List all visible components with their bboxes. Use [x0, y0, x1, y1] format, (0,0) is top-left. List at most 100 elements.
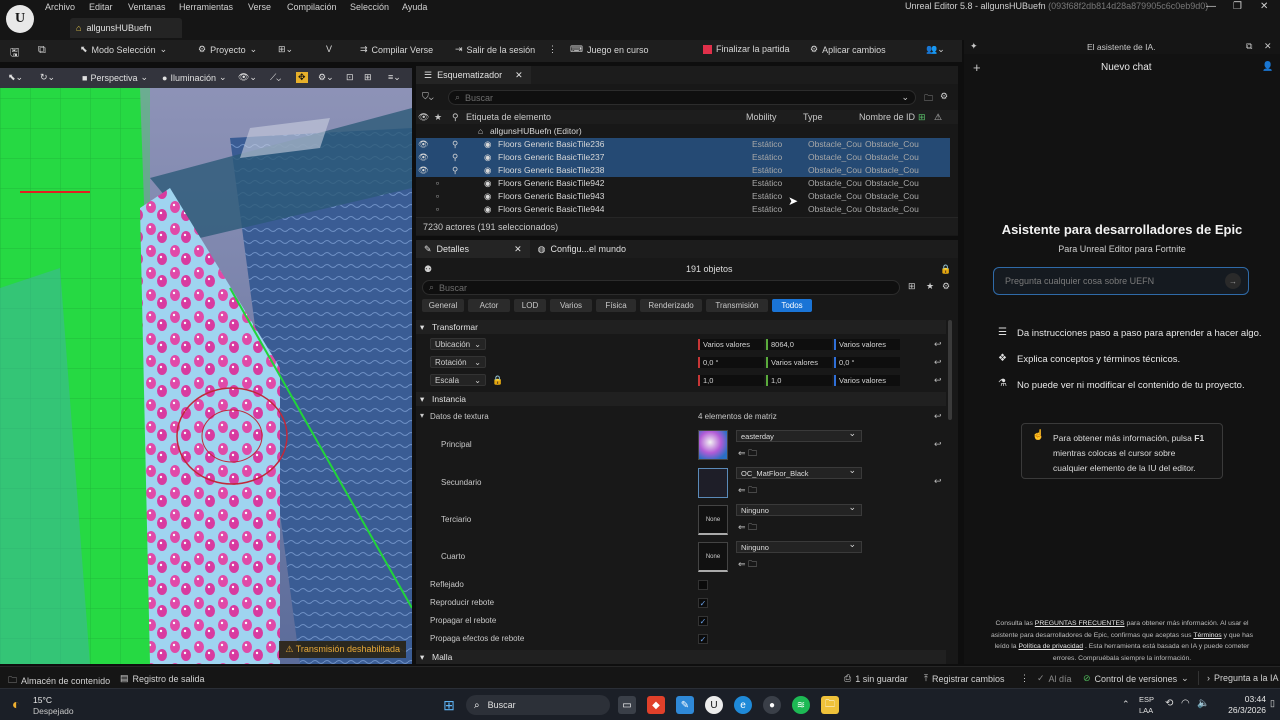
category-varios[interactable]: Varios [550, 299, 592, 312]
label-column-header[interactable]: Etiqueta de elemento [466, 112, 551, 122]
rotation-x-field[interactable]: 0,0 ° [698, 357, 764, 368]
mesh-section[interactable]: ▾ Malla [416, 650, 946, 664]
material-secundario-dropdown[interactable]: OC_MatFloor_Black [736, 465, 862, 479]
reset-texture-data-icon[interactable]: ↩ [934, 411, 942, 422]
menu-seleccion[interactable]: Selección [350, 2, 389, 12]
rotate-tools-icon[interactable]: ↻⌄ [40, 72, 55, 83]
send-icon[interactable]: → [1225, 273, 1241, 289]
location-x-field[interactable]: Varios valores [698, 339, 764, 350]
material-terciario-thumbnail[interactable]: None [698, 505, 728, 535]
spotify-icon[interactable]: ≋ [792, 696, 810, 714]
material-cuarto-dropdown[interactable]: Ninguno [736, 539, 862, 553]
reset-principal-icon[interactable]: ↩ [934, 439, 942, 450]
category-general[interactable]: General [422, 299, 464, 312]
close-icon[interactable]: ✕ [1264, 41, 1272, 52]
stats-icon[interactable]: ⊡ [346, 72, 354, 83]
reflejado-checkbox[interactable] [698, 580, 708, 590]
propaga-efectos-checkbox[interactable]: ✓ [698, 634, 708, 644]
browse-asset-icon[interactable]: ⇐ 🗀 [738, 483, 757, 499]
add-chat-icon[interactable]: + [973, 60, 981, 75]
add-folder-icon[interactable]: 🗀 [924, 91, 933, 107]
material-secundario-thumbnail[interactable] [698, 468, 728, 498]
version-control-button[interactable]: ⊘ Control de versiones ⌄ [1083, 673, 1189, 684]
reset-rotation-icon[interactable]: ↩ [934, 357, 942, 368]
end-match-button[interactable]: Finalizar la partida [703, 44, 790, 54]
faq-link[interactable]: PREGUNTAS FRECUENTES [1035, 620, 1125, 627]
menu-compilacion[interactable]: Compilación [287, 2, 337, 12]
project-button[interactable]: ⚙ Proyecto ⌄ [198, 44, 257, 55]
undock-icon[interactable]: ⧉ [1246, 41, 1252, 52]
pin-icon[interactable]: ⚲ [452, 165, 458, 176]
category-todos[interactable]: Todos [772, 299, 812, 312]
restore-icon[interactable]: ❐ [1233, 1, 1242, 12]
task-view-icon[interactable]: ▭ [618, 696, 636, 714]
visibility-icon[interactable]: 👁 [418, 165, 429, 176]
register-changes-button[interactable]: ⤒ Registrar cambios [924, 673, 1005, 684]
tray-expand-icon[interactable]: ⌃ [1122, 699, 1130, 710]
rotation-y-field[interactable]: Varios valores [766, 357, 832, 368]
rotation-dropdown[interactable]: Rotación ⌄ [430, 356, 486, 368]
game-running-button[interactable]: ⌨ Juego en curso [570, 44, 649, 55]
tab-details[interactable]: ✎ Detalles ✕ [416, 240, 530, 258]
scale-y-field[interactable]: 1,0 [766, 375, 832, 386]
notes-icon[interactable]: ✎ [676, 696, 694, 714]
browse-asset-icon[interactable]: ⇐ 🗀 [738, 446, 757, 462]
notifications-icon[interactable]: ▯ [1270, 698, 1275, 709]
unreal-logo-icon[interactable]: U [6, 5, 34, 33]
outliner-row[interactable]: 👁 ⚲ ◉ Floors Generic BasicTile236 Estático Ob… [416, 138, 950, 151]
leave-session-button[interactable]: ⇥ Salir de la sesión [455, 44, 535, 55]
visibility-icon[interactable]: 👁 [418, 139, 429, 150]
reset-location-icon[interactable]: ↩ [934, 339, 942, 350]
id-column-header[interactable]: Nombre de ID [859, 112, 915, 122]
scale-lock-icon[interactable]: 🔒 [492, 375, 503, 386]
visibility-icon[interactable]: 👁 [418, 152, 429, 163]
wifi-icon[interactable]: ◠ [1181, 698, 1190, 709]
transform-section[interactable]: ▾ Transformar [416, 320, 946, 334]
transform-tools-icon[interactable]: ⬉⌄ [8, 72, 23, 83]
mobility-column-header[interactable]: Mobility [746, 112, 777, 122]
category-renderizado[interactable]: Renderizado [640, 299, 702, 312]
menu-editar[interactable]: Editar [89, 2, 113, 12]
snap-toggle-icon[interactable]: ✥ [296, 72, 308, 83]
chevron-down-icon[interactable]: ▾ [420, 411, 424, 420]
menu-archivo[interactable]: Archivo [45, 2, 75, 12]
more-icon[interactable]: ⋮ [548, 44, 557, 55]
start-icon[interactable]: ⊞ [440, 696, 458, 714]
minimize-icon[interactable]: — [1206, 1, 1216, 12]
perspective-dropdown[interactable]: ■ Perspectiva ⌄ [82, 72, 148, 83]
privacy-link[interactable]: Política de privacidad [1018, 643, 1083, 650]
settings-icon[interactable]: ⚙⌄ [318, 72, 334, 83]
pin-icon[interactable]: ⚲ [452, 139, 458, 150]
browse-asset-icon[interactable]: ⇐ 🗀 [738, 520, 757, 536]
close-tab-icon[interactable]: ✕ [515, 70, 523, 81]
location-dropdown[interactable]: Ubicación ⌄ [430, 338, 486, 350]
category-fisica[interactable]: Física [596, 299, 636, 312]
file-explorer-icon[interactable]: 🗀 [821, 696, 839, 714]
mode-selector[interactable]: ⬉ Modo Selección ⌄ [80, 44, 167, 55]
show-flags-icon[interactable]: 👁⌄ [238, 72, 257, 83]
document-tab[interactable]: ⌂ allgunsHUBuefn [70, 18, 182, 38]
reset-secundario-icon[interactable]: ↩ [934, 476, 942, 487]
menu-herramientas[interactable]: Herramientas [179, 2, 233, 12]
scale-z-field[interactable]: Varios valores [834, 375, 900, 386]
details-scrollbar[interactable] [948, 320, 952, 420]
user-icon[interactable]: 👤 [1262, 61, 1273, 72]
material-principal-dropdown[interactable]: easterday [736, 428, 862, 442]
close-tab-icon[interactable]: ✕ [514, 244, 522, 255]
outliner-row[interactable]: 👁 ⚲ ◉ Floors Generic BasicTile238 Estático Ob… [416, 164, 950, 177]
layout-icon[interactable]: ⊞ [364, 72, 372, 83]
output-log-button[interactable]: ▤ Registro de salida [120, 673, 205, 684]
apply-changes-button[interactable]: ⚙ Aplicar cambios [810, 44, 886, 55]
filter-icon[interactable]: ⛉⌄ [422, 91, 434, 102]
browse-asset-icon[interactable]: ⇐ 🗀 [738, 557, 757, 573]
pin-icon[interactable]: ⚲ [452, 152, 458, 163]
outliner-search-input[interactable]: ⌕ Buscar ⌄ [448, 90, 916, 105]
outliner-settings-icon[interactable]: ⚙ [940, 91, 948, 102]
outliner-row[interactable]: ▫ ◉ Floors Generic BasicTile942 Estático Obs… [416, 177, 950, 190]
table-view-icon[interactable]: ⊞ [908, 281, 916, 292]
terms-link[interactable]: Términos [1193, 632, 1221, 639]
add-actor-icon[interactable]: ⊞⌄ [278, 44, 293, 55]
propagar-rebote-checkbox[interactable]: ✓ [698, 616, 708, 626]
ai-question-input[interactable]: Pregunta cualquier cosa sobre UEFN → [993, 267, 1249, 295]
tab-outliner[interactable]: ☰ Esquematizador ✕ [416, 66, 531, 84]
